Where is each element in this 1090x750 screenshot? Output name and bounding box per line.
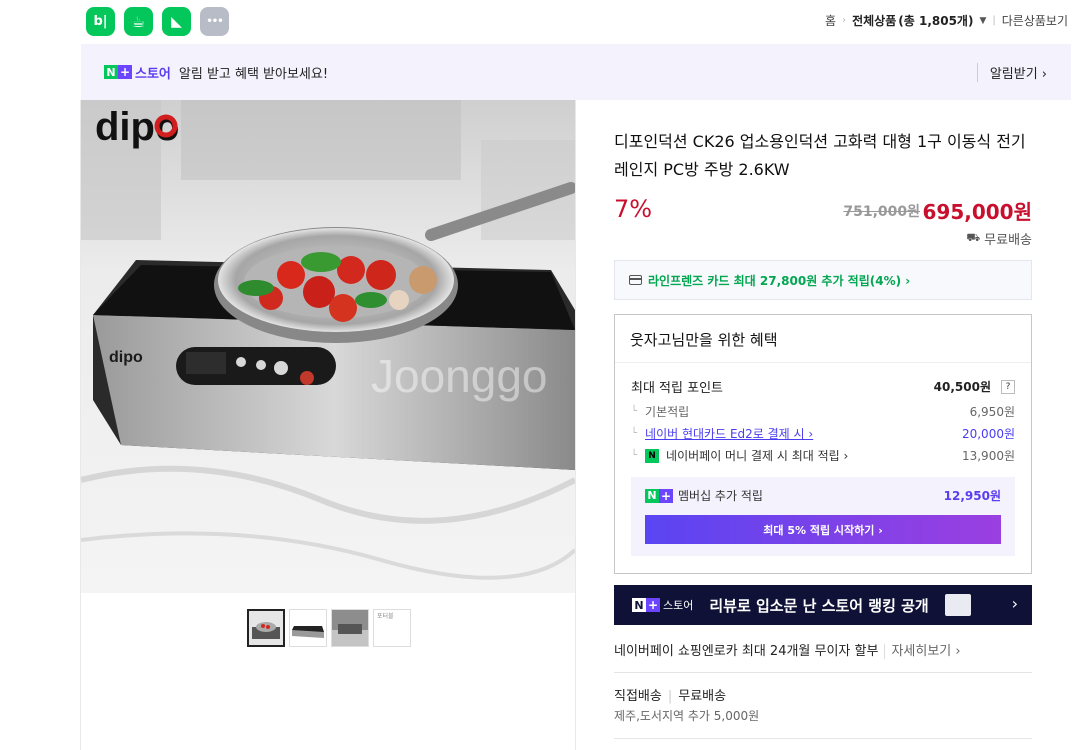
membership-value: 12,950원	[943, 489, 1001, 503]
delivery-type: 직접배송	[614, 689, 662, 704]
discount-rate: 7%	[614, 195, 653, 223]
hyundai-card-value: 20,000원	[961, 427, 1015, 441]
naver-plus-store-logo: N +	[104, 65, 132, 79]
npay-money-label[interactable]: 네이버페이 머니 결제 시 최대 적립 ›	[666, 447, 848, 464]
app-icons: b| ☕ ◣ •••	[86, 7, 229, 36]
sale-price: 695,000원	[922, 200, 1033, 224]
naver-plus-icon: N +	[645, 488, 673, 503]
delivery-fee: 무료배송	[678, 689, 727, 704]
delivery-info: 직접배송 | 무료배송	[614, 689, 727, 704]
column-divider	[575, 100, 576, 750]
basic-points-value: 6,950원	[969, 405, 1015, 419]
benefit-box: 웃자고님만을 위한 혜택 최대 적립 포인트 40,500원 ? └ 기본적립 6…	[614, 314, 1032, 574]
installment-more-link[interactable]: 자세히보기 ›	[884, 644, 961, 659]
max-points-row: 최대 적립 포인트 40,500원 ?	[631, 377, 1015, 396]
chevron-right-icon: ›	[842, 15, 847, 26]
rank-store-label: 스토어	[663, 599, 694, 612]
more-apps-icon[interactable]: •••	[200, 7, 229, 36]
cafe-icon[interactable]: ☕	[124, 7, 153, 36]
max-points-value: 40,500원	[933, 380, 991, 394]
bookmark-icon[interactable]: ◣	[162, 7, 191, 36]
dipo-logo: dipo	[95, 105, 179, 149]
divider	[614, 672, 1032, 673]
banner-message: 알림 받고 혜택 받아보세요!	[178, 66, 329, 82]
credit-card-icon	[629, 275, 642, 285]
npay-money-value: 13,900원	[961, 449, 1015, 463]
product-main-image[interactable]: dipo dipo Joonggo	[81, 100, 575, 593]
installment-info: 네이버페이 쇼핑엔로카 최대 24개월 무이자 할부 자세히보기 ›	[614, 640, 961, 659]
card-offer-text: 라인프렌즈 카드 최대 27,800원 추가 적립(4%) ›	[648, 273, 911, 288]
shipping-label: 무료배송	[984, 233, 1032, 248]
person-illustration	[944, 594, 971, 616]
breadcrumb-home[interactable]: 홈	[825, 12, 836, 29]
benefit-title: 웃자고님만을 위한 혜택	[615, 315, 1031, 363]
chevron-down-icon[interactable]: ▼	[979, 16, 986, 26]
installment-text: 네이버페이 쇼핑엔로카 최대 24개월 무이자 할부	[614, 644, 879, 659]
subscribe-alert-button[interactable]: 알림받기 ›	[976, 63, 1047, 82]
blog-icon[interactable]: b|	[86, 7, 115, 36]
truck-icon: ⛟	[966, 231, 981, 244]
thumbnail-4[interactable]: 포터블	[373, 609, 411, 647]
product-count: (총 1,805개)	[898, 14, 974, 28]
naver-plus-icon: N +	[632, 598, 660, 612]
benefit-row-basic: └ 기본적립 6,950원	[631, 405, 1015, 419]
basic-points-label: 기본적립	[645, 405, 690, 419]
store-label: 스토어	[135, 66, 171, 82]
thumbnail-1[interactable]	[247, 609, 285, 647]
extra-shipping-fee: 제주,도서지역 추가 5,000원	[614, 709, 760, 723]
svg-text:dipo: dipo	[109, 349, 143, 366]
npay-icon: N	[645, 448, 660, 463]
thumbnail-list: 포터블	[247, 609, 411, 647]
help-icon[interactable]: ?	[1001, 379, 1015, 394]
max-points-label: 최대 적립 포인트	[631, 381, 723, 396]
benefit-row-hyundai-card[interactable]: └ 네이버 현대카드 Ed2로 결제 시 › 20,000원	[631, 425, 1015, 442]
other-products-link[interactable]: 다른상품보기	[1002, 12, 1068, 29]
thumbnail-4-text: 포터블	[377, 613, 394, 620]
membership-start-button[interactable]: 최대 5% 적립 시작하기 ›	[645, 515, 1001, 544]
notification-banner: N + 스토어 알림 받고 혜택 받아보세요! 알림받기 ›	[81, 44, 1071, 100]
subscribe-alert-label: 알림받기	[989, 67, 1038, 82]
store-ranking-banner[interactable]: N + 스토어 리뷰로 입소문 난 스토어 랭킹 공개 ›	[614, 585, 1032, 625]
product-title: 디포인덕션 CK26 업소용인덕션 고화력 대형 1구 이동식 전기레인지 PC…	[614, 132, 1026, 179]
thumbnail-2[interactable]	[289, 609, 327, 647]
divider: |	[992, 15, 996, 26]
membership-label: 멤버십 추가 적립	[678, 489, 763, 503]
breadcrumb: 홈 › 전체상품 (총 1,805개) ▼ | 다른상품보기	[825, 12, 1068, 29]
divider	[614, 738, 1032, 739]
card-offer-banner[interactable]: 라인프렌즈 카드 최대 27,800원 추가 적립(4%) ›	[614, 260, 1032, 300]
hyundai-card-link[interactable]: 네이버 현대카드 Ed2로 결제 시 ›	[645, 425, 813, 442]
rank-banner-text: 리뷰로 입소문 난 스토어 랭킹 공개	[709, 596, 929, 615]
thumbnail-3[interactable]	[331, 609, 369, 647]
membership-panel: N + 멤버십 추가 적립 12,950원 최대 5% 적립 시작하기 ›	[631, 477, 1015, 556]
shipping-info: ⛟ 무료배송	[966, 229, 1032, 248]
watermark: Joonggo	[371, 350, 548, 402]
breadcrumb-all-products[interactable]: 전체상품	[852, 12, 896, 29]
top-bar: b| ☕ ◣ ••• 홈 › 전체상품 (총 1,805개) ▼ | 다른상품보…	[0, 0, 1090, 44]
benefit-row-npay-money[interactable]: └ N 네이버페이 머니 결제 시 최대 적립 › 13,900원	[631, 447, 1015, 464]
original-price: 751,000원	[843, 204, 920, 220]
chevron-right-icon: ›	[1011, 594, 1018, 613]
